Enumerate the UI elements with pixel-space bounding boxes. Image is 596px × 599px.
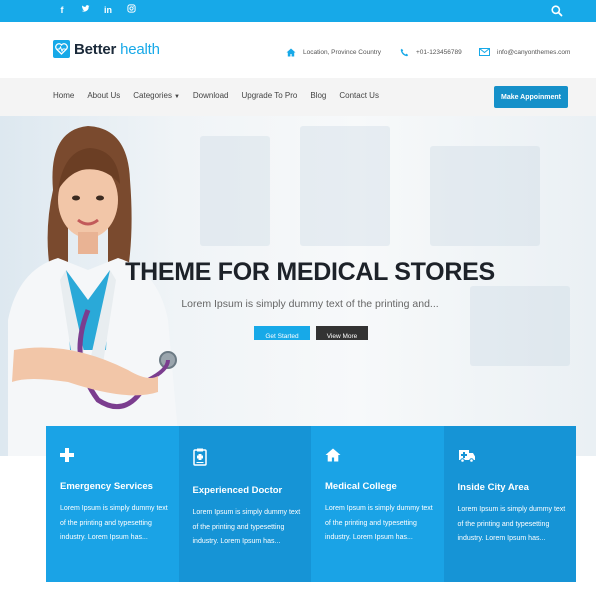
- home-icon: [286, 48, 296, 57]
- get-started-button[interactable]: Get Started: [254, 326, 310, 340]
- site-logo[interactable]: Better health: [53, 40, 160, 58]
- hero-banner: THEME FOR MEDICAL STORES Lorem Ipsum is …: [0, 116, 596, 456]
- main-nav: Home About Us Categories ▼ Download Upgra…: [0, 78, 596, 116]
- phone-icon: [400, 48, 409, 57]
- linkedin-icon[interactable]: in: [102, 4, 114, 16]
- view-more-button[interactable]: View More: [316, 326, 368, 340]
- location-info: Location, Province Country: [286, 48, 381, 57]
- nav-menu: Home About Us Categories ▼ Download Upgra…: [53, 91, 379, 100]
- background-shelf: [200, 136, 270, 246]
- hero-subtitle: Lorem Ipsum is simply dummy text of the …: [181, 298, 439, 310]
- caret-down-icon: ▼: [173, 94, 180, 100]
- social-links: f in: [56, 4, 137, 16]
- make-appointment-button[interactable]: Make Appoinment: [494, 86, 568, 108]
- hero-title: THEME FOR MEDICAL STORES: [125, 258, 495, 286]
- phone-text: +01-123456789: [416, 49, 462, 56]
- background-shelf: [300, 126, 390, 246]
- mail-icon: [479, 48, 490, 56]
- service-text: Lorem Ipsum is simply dummy text of the …: [457, 506, 566, 542]
- background-shelf: [430, 146, 540, 246]
- nav-item-upgrade[interactable]: Upgrade To Pro: [241, 91, 297, 100]
- email-info: info@canyonthemes.com: [479, 48, 570, 56]
- nav-item-categories[interactable]: Categories ▼: [133, 91, 180, 100]
- nav-item-blog[interactable]: Blog: [310, 91, 326, 100]
- search-icon[interactable]: [550, 4, 564, 18]
- site-header: Better health Location, Province Country…: [0, 22, 596, 78]
- instagram-icon[interactable]: [125, 4, 137, 16]
- nav-item-about[interactable]: About Us: [87, 91, 120, 100]
- home-icon: [325, 448, 341, 462]
- service-title: Experienced Doctor: [192, 485, 283, 496]
- service-text: Lorem Ipsum is simply dummy text of the …: [60, 505, 168, 541]
- facebook-icon[interactable]: f: [56, 4, 68, 16]
- service-title: Medical College: [325, 481, 397, 492]
- service-card[interactable]: Emergency Services Lorem Ipsum is simply…: [46, 426, 179, 582]
- nav-item-contact[interactable]: Contact Us: [339, 91, 379, 100]
- nav-item-download[interactable]: Download: [193, 91, 229, 100]
- top-bar: f in: [0, 0, 596, 22]
- logo-text: Better health: [74, 41, 160, 58]
- logo-text-bold: Better: [74, 40, 117, 58]
- service-text: Lorem Ipsum is simply dummy text of the …: [192, 509, 301, 545]
- plus-icon: [60, 448, 74, 462]
- logo-text-accent: health: [116, 40, 160, 58]
- service-card[interactable]: Inside City Area Lorem Ipsum is simply d…: [443, 426, 576, 582]
- phone-info: +01-123456789: [400, 48, 462, 57]
- service-title: Inside City Area: [457, 482, 529, 493]
- twitter-icon[interactable]: [79, 4, 91, 16]
- clipboard-icon: [192, 448, 207, 466]
- doctor-image: [8, 126, 180, 456]
- services-section: Emergency Services Lorem Ipsum is simply…: [46, 426, 576, 582]
- service-card[interactable]: Experienced Doctor Lorem Ipsum is simply…: [178, 426, 311, 582]
- service-title: Emergency Services: [60, 481, 153, 492]
- service-card[interactable]: Medical College Lorem Ipsum is simply du…: [311, 426, 444, 582]
- heart-pulse-icon: [53, 40, 70, 58]
- nav-item-categories-label: Categories: [133, 91, 172, 100]
- service-text: Lorem Ipsum is simply dummy text of the …: [325, 505, 433, 541]
- ambulance-icon: [458, 450, 475, 463]
- email-text[interactable]: info@canyonthemes.com: [497, 49, 570, 56]
- location-text: Location, Province Country: [303, 49, 382, 56]
- nav-item-home[interactable]: Home: [53, 91, 74, 100]
